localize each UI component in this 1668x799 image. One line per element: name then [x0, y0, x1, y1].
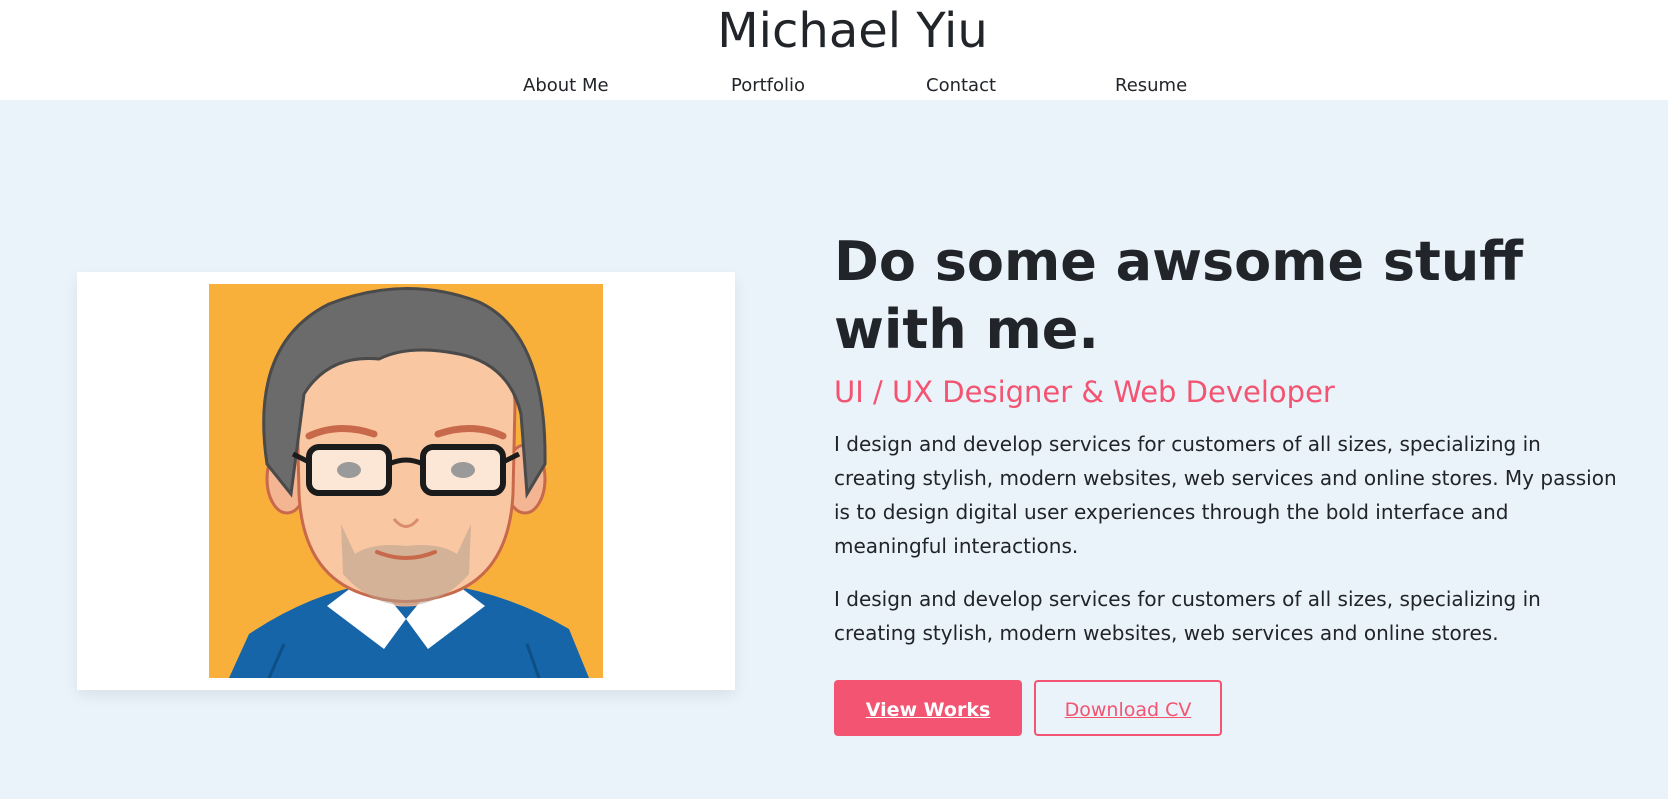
nav-link-contact[interactable]: Contact — [926, 72, 996, 100]
site-title: Michael Yiu — [717, 3, 988, 59]
hero-paragraph: I design and develop services for custom… — [834, 587, 1541, 645]
profile-avatar — [209, 284, 603, 678]
hero-section: Do some awsome stuff with me. UI / UX De… — [0, 100, 1668, 799]
hero-headline: Do some awsome stuff with me. — [834, 230, 1524, 361]
nav-link-resume[interactable]: Resume — [1115, 72, 1187, 100]
site-header: Michael Yiu About Me Portfolio Contact R… — [0, 0, 1668, 100]
nav-link-about-me[interactable]: About Me — [523, 72, 609, 100]
view-works-button[interactable]: View Works — [834, 680, 1022, 736]
profile-photo-card — [77, 272, 735, 690]
download-cv-button[interactable]: Download CV — [1034, 680, 1222, 736]
hero-subtitle: UI / UX Designer & Web Developer — [834, 375, 1335, 409]
hero-paragraph: I design and develop services for custom… — [834, 432, 1617, 558]
nav-link-portfolio[interactable]: Portfolio — [731, 72, 805, 100]
